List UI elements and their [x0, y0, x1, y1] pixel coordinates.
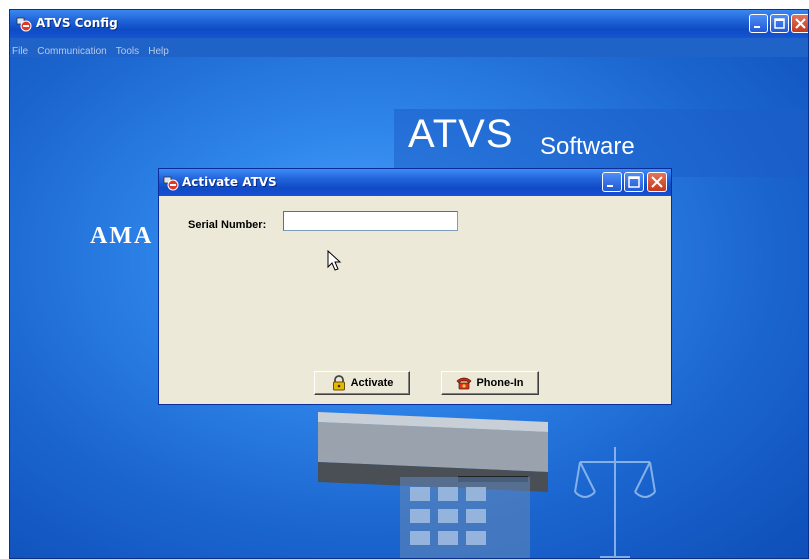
minimize-icon	[754, 26, 760, 28]
dialog-title: Activate ATVS	[182, 175, 277, 189]
close-icon	[795, 18, 806, 29]
keypad-image	[400, 477, 530, 558]
close-button[interactable]	[791, 14, 808, 33]
menu-file[interactable]: File	[12, 43, 32, 57]
mouse-cursor-icon	[327, 250, 342, 271]
maximize-icon	[628, 176, 640, 188]
dialog-titlebar[interactable]: Activate ATVS	[159, 169, 671, 196]
telephone-icon	[456, 377, 472, 390]
dialog-body: Serial Number: Activate Phone-In	[162, 196, 668, 401]
menu-tools[interactable]: Tools	[116, 43, 143, 57]
scale-of-justice-image	[574, 447, 656, 558]
main-window-title: ATVS Config	[36, 16, 118, 30]
dialog-close-button[interactable]	[647, 172, 667, 192]
minimize-icon	[607, 185, 613, 187]
banner-subtitle: Software	[540, 133, 635, 160]
brand-text: AMA	[90, 223, 154, 249]
dialog-maximize-button[interactable]	[624, 172, 644, 192]
atvs-app-icon	[16, 17, 32, 32]
activate-button-label: Activate	[350, 377, 394, 389]
atvs-app-icon	[163, 176, 179, 191]
close-icon	[651, 176, 663, 188]
minimize-button[interactable]	[749, 14, 768, 33]
phone-in-button[interactable]: Phone-In	[441, 371, 539, 395]
menu-bar: File Communication Tools Help	[10, 38, 808, 57]
serial-number-input[interactable]	[283, 211, 458, 231]
maximize-button[interactable]	[770, 14, 789, 33]
serial-number-label: Serial Number:	[188, 219, 267, 231]
activate-button[interactable]: Activate	[314, 371, 410, 395]
menu-help[interactable]: Help	[148, 43, 173, 57]
banner-title: ATVS	[408, 112, 514, 156]
phone-in-button-label: Phone-In	[476, 377, 524, 389]
menu-communication[interactable]: Communication	[37, 43, 110, 57]
lock-icon	[332, 375, 345, 391]
dialog-minimize-button[interactable]	[602, 172, 622, 192]
activate-dialog: Activate ATVS Serial Number: Activate Ph…	[158, 168, 672, 405]
maximize-icon	[774, 18, 785, 29]
main-titlebar[interactable]: ATVS Config	[10, 10, 808, 38]
